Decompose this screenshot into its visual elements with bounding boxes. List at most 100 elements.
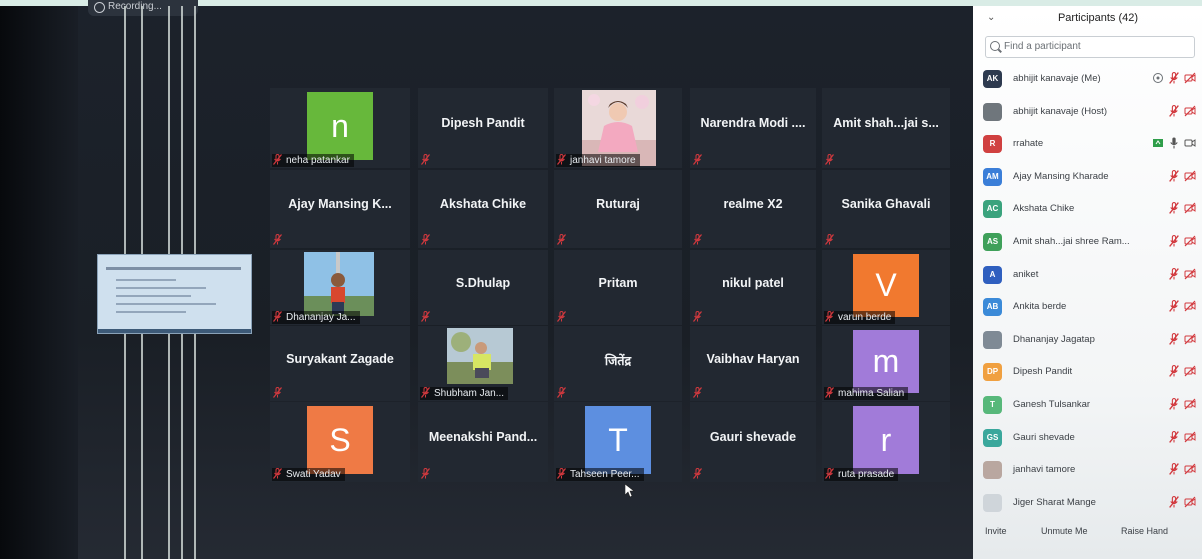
participant-status-icons xyxy=(1168,332,1196,345)
participant-row[interactable]: Rrrahate xyxy=(973,131,1202,157)
muted-mic-icon xyxy=(421,468,430,479)
shared-text-line xyxy=(116,295,191,297)
participant-avatar: A xyxy=(983,265,1002,284)
participant-avatar xyxy=(983,493,1002,512)
video-tile[interactable]: Amit shah...jai s... xyxy=(822,88,950,168)
participant-row[interactable]: abhijit kanavaje (Host) xyxy=(973,99,1202,125)
video-tile[interactable]: Shubham Jan... xyxy=(418,326,548,401)
video-tile[interactable]: Vvarun berde xyxy=(822,250,950,325)
participant-row[interactable]: janhavi tamore xyxy=(973,457,1202,483)
video-tile[interactable]: Vaibhav Haryan xyxy=(690,326,816,401)
muted-mic-icon xyxy=(273,154,282,165)
video-tile[interactable]: जितेंद्र xyxy=(554,326,682,401)
tile-avatar: n xyxy=(307,92,373,160)
video-tile[interactable]: realme X2 xyxy=(690,170,816,248)
collapse-chevron-icon[interactable]: ⌄ xyxy=(987,12,995,23)
participant-row[interactable]: AM Ajay Mansing Kharade xyxy=(973,164,1202,190)
tile-name-label: ruta prasade xyxy=(824,468,899,481)
video-tile[interactable]: Pritam xyxy=(554,250,682,325)
video-tile[interactable]: S.Dhulap xyxy=(418,250,548,325)
video-tile[interactable]: Meenakshi Pand... xyxy=(418,402,548,482)
participant-row[interactable]: AK abhijit kanavaje (Me) xyxy=(973,66,1202,92)
tile-name-label: Shubham Jan... xyxy=(420,387,509,400)
shared-text-line xyxy=(116,311,186,313)
tile-participant-name: Vaibhav Haryan xyxy=(706,351,800,366)
video-tile[interactable]: nikul patel xyxy=(690,250,816,325)
video-tile[interactable]: Sanika Ghavali xyxy=(822,170,950,248)
video-tile[interactable]: Gauri shevade xyxy=(690,402,816,482)
video-tile[interactable]: Akshata Chike xyxy=(418,170,548,248)
participant-status-icons xyxy=(1152,137,1196,149)
video-tile[interactable]: n neha patankar xyxy=(270,88,410,168)
muted-mic-icon xyxy=(1168,235,1180,247)
participant-row[interactable]: T Ganesh Tulsankar xyxy=(973,392,1202,418)
muted-mic-icon xyxy=(1168,267,1180,280)
mouse-cursor-icon xyxy=(625,484,635,498)
participant-status-icons xyxy=(1168,430,1196,443)
participant-avatar: DP xyxy=(983,363,1002,382)
participant-avatar: AS xyxy=(983,233,1002,251)
participant-row[interactable]: Jiger Sharat Mange xyxy=(973,490,1202,516)
video-off-icon xyxy=(1184,333,1196,345)
muted-mic-icon xyxy=(1168,72,1180,84)
muted-mic-icon xyxy=(273,234,282,245)
participant-status-icons xyxy=(1168,267,1196,280)
participant-avatar: AC xyxy=(983,200,1002,219)
muted-mic-icon xyxy=(557,311,566,322)
video-tile[interactable]: Ruturaj xyxy=(554,170,682,248)
participant-row[interactable]: AS Amit shah...jai shree Ram... xyxy=(973,229,1202,255)
muted-mic-icon xyxy=(421,387,430,398)
left-edge xyxy=(0,6,80,559)
participant-row[interactable]: DP Dipesh Pandit xyxy=(973,359,1202,385)
share-icon xyxy=(1152,72,1164,84)
muted-mic-icon xyxy=(557,154,566,165)
participant-row[interactable]: Aaniket xyxy=(973,262,1202,288)
participant-row[interactable]: GS Gauri shevade xyxy=(973,425,1202,451)
invite-button[interactable]: Invite xyxy=(985,526,1007,536)
video-off-icon xyxy=(1184,105,1196,117)
tile-participant-name: Sanika Ghavali xyxy=(841,197,931,211)
raise-hand-button[interactable]: Raise Hand xyxy=(1121,526,1168,536)
video-off-icon xyxy=(1184,300,1196,312)
participant-status-icons xyxy=(1168,202,1196,215)
participant-row[interactable]: AB Ankita berde xyxy=(973,294,1202,320)
shared-text-line xyxy=(116,303,216,305)
unmute-button[interactable]: Unmute Me xyxy=(1041,526,1088,536)
shared-screen-thumbnail[interactable] xyxy=(97,254,252,334)
muted-mic-icon xyxy=(273,468,282,479)
video-tile[interactable]: Narendra Modi .... xyxy=(690,88,816,168)
participant-name: Ganesh Tulsankar xyxy=(1013,399,1091,410)
muted-mic-icon xyxy=(825,234,834,245)
video-tile[interactable]: Dipesh Pandit xyxy=(418,88,548,168)
screen-icon xyxy=(1152,137,1164,149)
video-tile[interactable]: S Swati Yadav xyxy=(270,402,410,482)
muted-mic-icon xyxy=(693,311,702,322)
video-off-icon xyxy=(1184,365,1196,377)
muted-mic-icon xyxy=(693,468,702,479)
tile-name-label: varun berde xyxy=(824,311,896,324)
participant-status-icons xyxy=(1152,72,1196,84)
video-off-icon xyxy=(1184,463,1196,475)
muted-mic-icon xyxy=(693,234,702,245)
muted-mic-icon xyxy=(1168,202,1180,215)
participant-status-icons xyxy=(1168,104,1196,117)
tile-name-label: janhavi tamore xyxy=(556,154,640,167)
muted-mic-icon xyxy=(557,234,566,245)
video-tile[interactable]: T Tahseen Peer... xyxy=(554,402,682,482)
muted-mic-icon xyxy=(1168,495,1180,508)
tile-avatar: r xyxy=(853,406,919,474)
video-tile[interactable]: janhavi tamore xyxy=(554,88,682,168)
participant-status-icons xyxy=(1168,300,1196,313)
participant-row[interactable]: AC Akshata Chike xyxy=(973,196,1202,222)
video-tile[interactable]: Dhananjay Ja... xyxy=(270,250,410,325)
participant-status-icons xyxy=(1168,398,1196,410)
search-input[interactable]: Find a participant xyxy=(985,36,1195,58)
video-tile[interactable]: r ruta prasade xyxy=(822,402,950,482)
tile-avatar: m xyxy=(853,330,919,393)
participant-row[interactable]: Dhananjay Jagatap xyxy=(973,327,1202,353)
tile-name-label: neha patankar xyxy=(272,154,354,167)
video-tile[interactable]: m mahima Salian xyxy=(822,326,950,401)
video-tile[interactable]: Suryakant Zagade xyxy=(270,326,410,401)
video-tile[interactable]: Ajay Mansing K... xyxy=(270,170,410,248)
participant-status-icons xyxy=(1168,235,1196,247)
